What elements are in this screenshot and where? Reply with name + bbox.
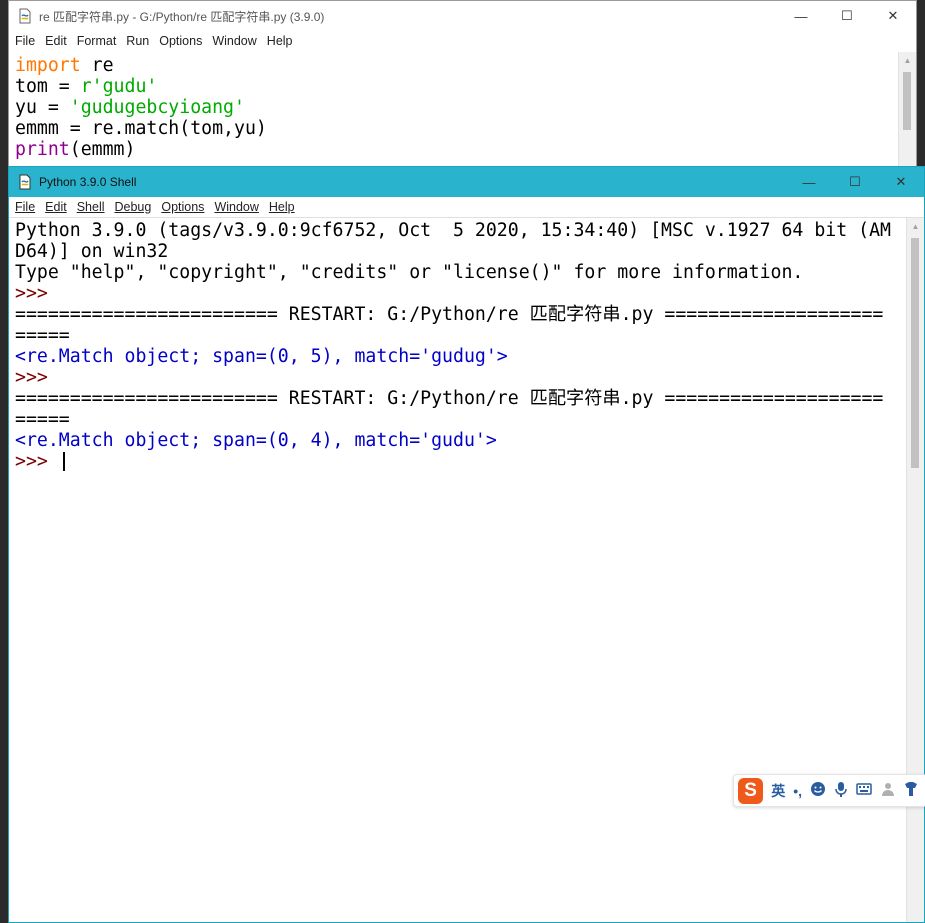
ime-logo[interactable]: S [738,777,764,804]
editor-menu-run[interactable]: Run [126,34,149,48]
shirt-icon[interactable] [904,781,918,800]
code-line: tom = r'gudu' [15,76,267,97]
editor-menu-help[interactable]: Help [267,34,293,48]
restart-line: ======================== RESTART: G:/Pyt… [15,304,884,325]
shell-menu-file[interactable]: File [15,200,35,214]
shell-scrollbar[interactable]: ▲ [906,218,924,922]
shell-prompt: >>> [15,367,59,388]
shell-menu-window[interactable]: Window [214,200,258,214]
scroll-up-arrow-icon[interactable]: ▲ [899,52,916,69]
shell-menu-help[interactable]: Help [269,200,295,214]
editor-menu-format[interactable]: Format [77,34,117,48]
code-token: re [80,55,114,76]
editor-code-area[interactable]: import re tom = r'gudu' yu = 'gudugebcyioa… [15,55,267,160]
restart-line: ===== [15,409,70,430]
idle-shell-icon [17,174,33,190]
shell-prompt: >>> [15,283,59,304]
ime-mode-toggle[interactable]: 英 [771,781,785,801]
match-result: <re.Match object; span=(0, 4), match='gu… [15,430,497,451]
shell-menu-edit[interactable]: Edit [45,200,67,214]
string-token: 'gudugebcyioang' [69,97,245,118]
shell-text[interactable]: Python 3.9.0 (tags/v3.9.0:9cf6752, Oct 5… [15,220,891,472]
code-token: tom = [15,76,81,97]
ime-toolbar[interactable]: S 英 •, [733,774,925,807]
editor-window[interactable]: re 匹配字符串.py - G:/Python/re 匹配字符串.py (3.9… [8,0,917,170]
emoji-icon[interactable] [810,781,826,800]
editor-maximize-button[interactable]: ☐ [824,1,870,31]
ime-punctuation-toggle[interactable]: •, [793,783,802,799]
shell-title: Python 3.9.0 Shell [39,175,137,189]
code-line: yu = 'gudugebcyioang' [15,97,267,118]
editor-minimize-button[interactable]: — [778,1,824,31]
shell-scroll-thumb[interactable] [911,238,919,468]
builtin-token: print [15,139,70,160]
shell-minimize-button[interactable]: — [786,167,832,197]
shell-titlebar[interactable]: Python 3.9.0 Shell — ☐ ✕ [9,167,924,197]
code-line: import re [15,55,267,76]
editor-scrollbar[interactable]: ▲ [898,52,916,169]
editor-menu-edit[interactable]: Edit [45,34,67,48]
restart-line: ======================== RESTART: G:/Pyt… [15,388,884,409]
shell-input-line[interactable]: >>> [15,451,891,472]
microphone-icon[interactable] [834,781,848,800]
shell-menubar: File Edit Shell Debug Options Window Hel… [9,197,924,217]
editor-menu-options[interactable]: Options [159,34,202,48]
code-line: emmm = re.match(tom,yu) [15,118,267,139]
editor-scroll-thumb[interactable] [903,72,911,130]
banner-line: Python 3.9.0 (tags/v3.9.0:9cf6752, Oct 5… [15,220,891,241]
editor-menu-file[interactable]: File [15,34,35,48]
shell-window[interactable]: Python 3.9.0 Shell — ☐ ✕ File Edit Shell… [8,166,925,923]
shell-close-button[interactable]: ✕ [878,167,924,197]
background-window-edge [0,668,8,708]
restart-line: ===== [15,325,70,346]
keyword-token: import [15,55,81,76]
shell-menu-shell[interactable]: Shell [77,200,105,214]
editor-title: re 匹配字符串.py - G:/Python/re 匹配字符串.py (3.9… [39,9,325,24]
editor-close-button[interactable]: ✕ [870,1,916,31]
editor-menu-window[interactable]: Window [212,34,256,48]
scroll-up-arrow-icon[interactable]: ▲ [907,218,924,235]
idle-file-icon [17,8,33,24]
editor-titlebar[interactable]: re 匹配字符串.py - G:/Python/re 匹配字符串.py (3.9… [9,1,916,31]
code-line: print(emmm) [15,139,267,160]
code-token: (emmm) [69,139,136,160]
keyboard-icon[interactable] [856,782,872,799]
editor-menubar: File Edit Format Run Options Window Help [9,31,916,51]
shell-maximize-button[interactable]: ☐ [832,167,878,197]
code-token: yu = [15,97,70,118]
banner-line: D64)] on win32 [15,241,169,262]
shell-prompt: >>> [15,451,59,472]
string-token: r'gudu' [80,76,158,97]
match-result: <re.Match object; span=(0, 5), match='gu… [15,346,508,367]
shell-menu-options[interactable]: Options [161,200,204,214]
text-cursor [62,452,65,471]
shell-menu-debug[interactable]: Debug [115,200,152,214]
code-token: emmm = re.match(tom,yu) [15,118,267,139]
user-icon[interactable] [880,781,896,800]
banner-line: Type "help", "copyright", "credits" or "… [15,262,804,283]
